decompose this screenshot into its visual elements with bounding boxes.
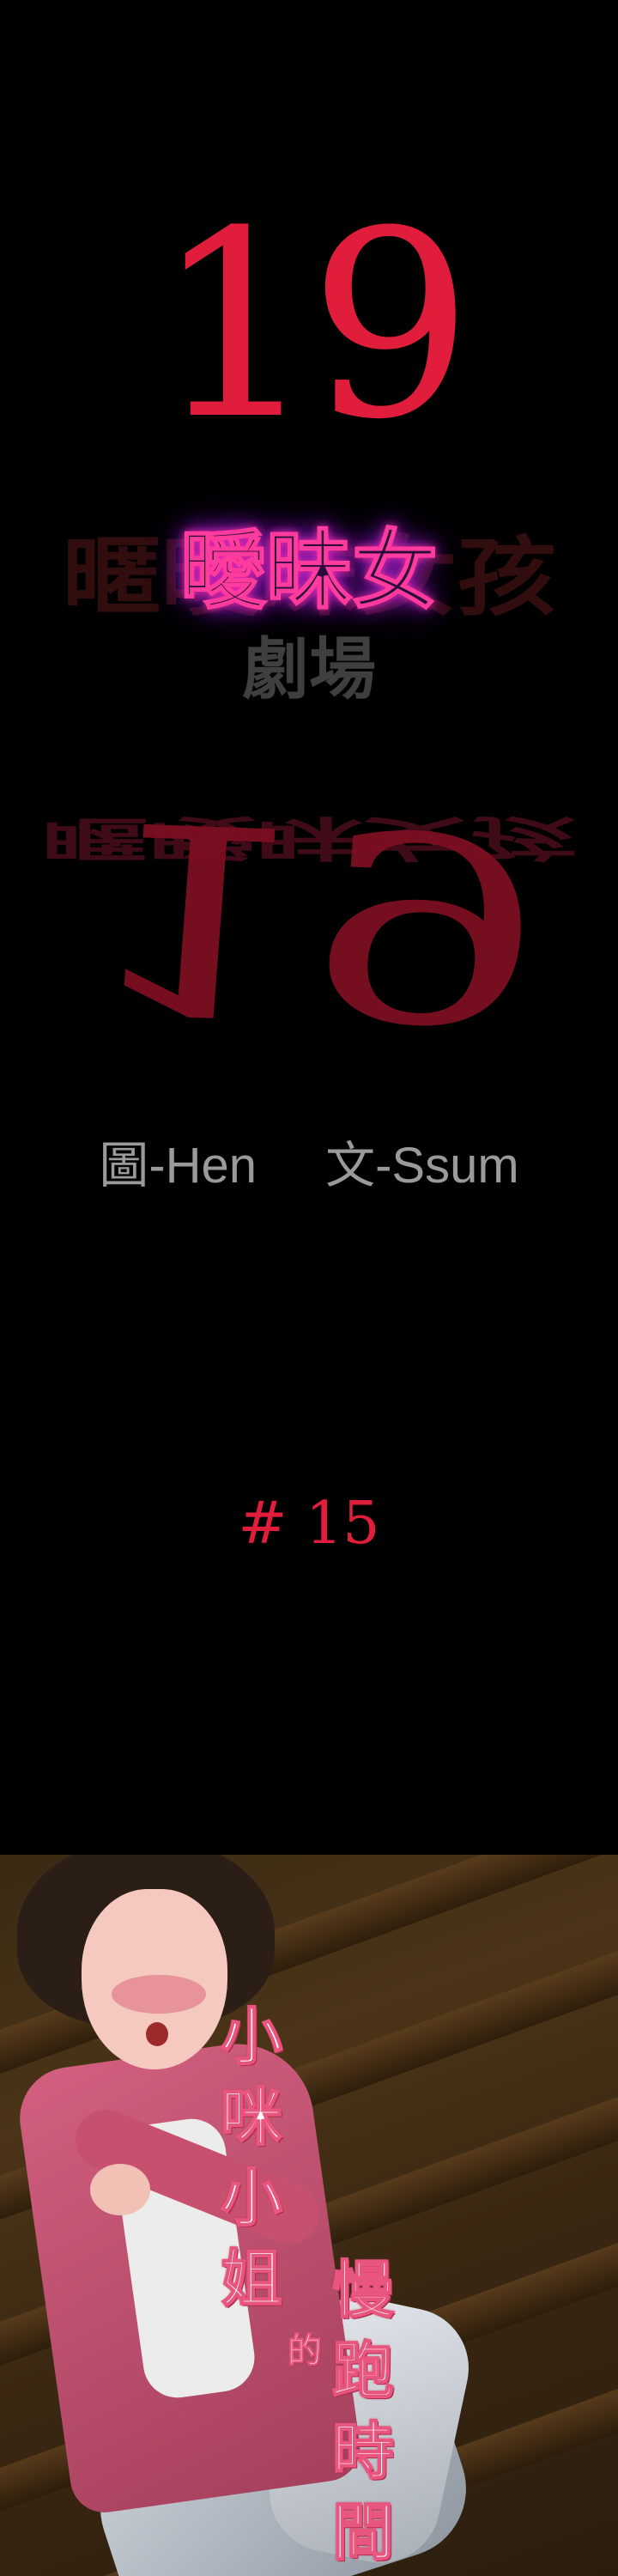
- chapter-title-char: 小: [220, 2000, 283, 2074]
- chapter-title-char: 跑: [331, 2334, 395, 2408]
- title-theatre: 劇場: [241, 631, 376, 708]
- art-credit: 圖-Hen: [99, 1138, 258, 1194]
- chapter-title-char: 慢: [331, 2253, 395, 2327]
- episode-number: # 15: [238, 1490, 380, 1558]
- webtoon-page: 19 暱曖昧女孩 曖昧女 劇場 暱曖昧女孩 19 圖-Hen 文-Ssum # …: [0, 0, 618, 2576]
- chapter-title-char: 姐: [220, 2242, 283, 2316]
- chapter-title-char: 時: [331, 2415, 395, 2488]
- chapter-illustration: [0, 1855, 618, 2576]
- title-number-reflection: 19: [72, 761, 546, 1078]
- series-title-logo: 19 暱曖昧女孩 曖昧女 劇場 暱曖昧女孩 19: [0, 176, 618, 1078]
- chapter-title-char: 小: [220, 2161, 283, 2235]
- title-subtitle: 曖昧女: [179, 520, 439, 621]
- title-number: 19: [154, 176, 473, 476]
- chapter-title-particle: 的: [288, 2331, 323, 2372]
- chapter-title-column-2: 慢 跑 時 間: [324, 2250, 402, 2573]
- chapter-title-char: 咪: [220, 2081, 283, 2154]
- character-blush: [112, 1975, 206, 2014]
- character-mouth: [146, 2022, 168, 2046]
- chapter-title-column-1: 小 咪 小 姐: [213, 1996, 290, 2319]
- character-hand: [90, 2164, 150, 2215]
- credits: 圖-Hen 文-Ssum: [0, 1125, 618, 1194]
- chapter-title-char: 間: [331, 2495, 395, 2569]
- story-credit: 文-Ssum: [325, 1138, 519, 1194]
